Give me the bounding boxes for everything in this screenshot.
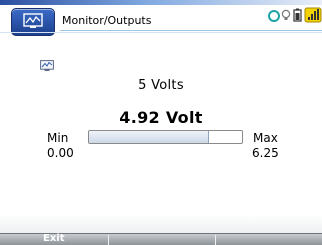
title-divider bbox=[60, 30, 322, 31]
softkey-2[interactable] bbox=[109, 234, 215, 245]
min-value: 0.00 bbox=[47, 146, 74, 160]
exit-softkey[interactable]: Exit bbox=[0, 233, 108, 245]
title-bar: Monitor/Outputs bbox=[0, 0, 322, 36]
level-bar bbox=[88, 130, 243, 144]
status-icons bbox=[268, 6, 322, 24]
softkey-3[interactable] bbox=[216, 234, 322, 245]
connection-ring-icon bbox=[268, 10, 280, 22]
max-value: 6.25 bbox=[252, 146, 279, 160]
level-bar-fill bbox=[89, 131, 210, 143]
softkey-bar: Exit bbox=[0, 233, 322, 245]
bottom-shade bbox=[0, 214, 322, 233]
page-title: Monitor/Outputs bbox=[62, 14, 152, 27]
title-accent-strip bbox=[0, 0, 322, 5]
setpoint-label: 5 Volts bbox=[138, 78, 184, 93]
monitor-graph-icon bbox=[40, 57, 54, 76]
battery-icon bbox=[293, 8, 302, 22]
title-divider-lower bbox=[0, 32, 322, 33]
min-label: Min bbox=[47, 131, 69, 145]
signal-icon bbox=[304, 7, 322, 23]
lightbulb-icon bbox=[281, 9, 291, 20]
max-label: Max bbox=[253, 131, 278, 145]
exit-softkey-label: Exit bbox=[43, 233, 65, 244]
measured-reading: 4.92 Volt bbox=[119, 108, 203, 127]
